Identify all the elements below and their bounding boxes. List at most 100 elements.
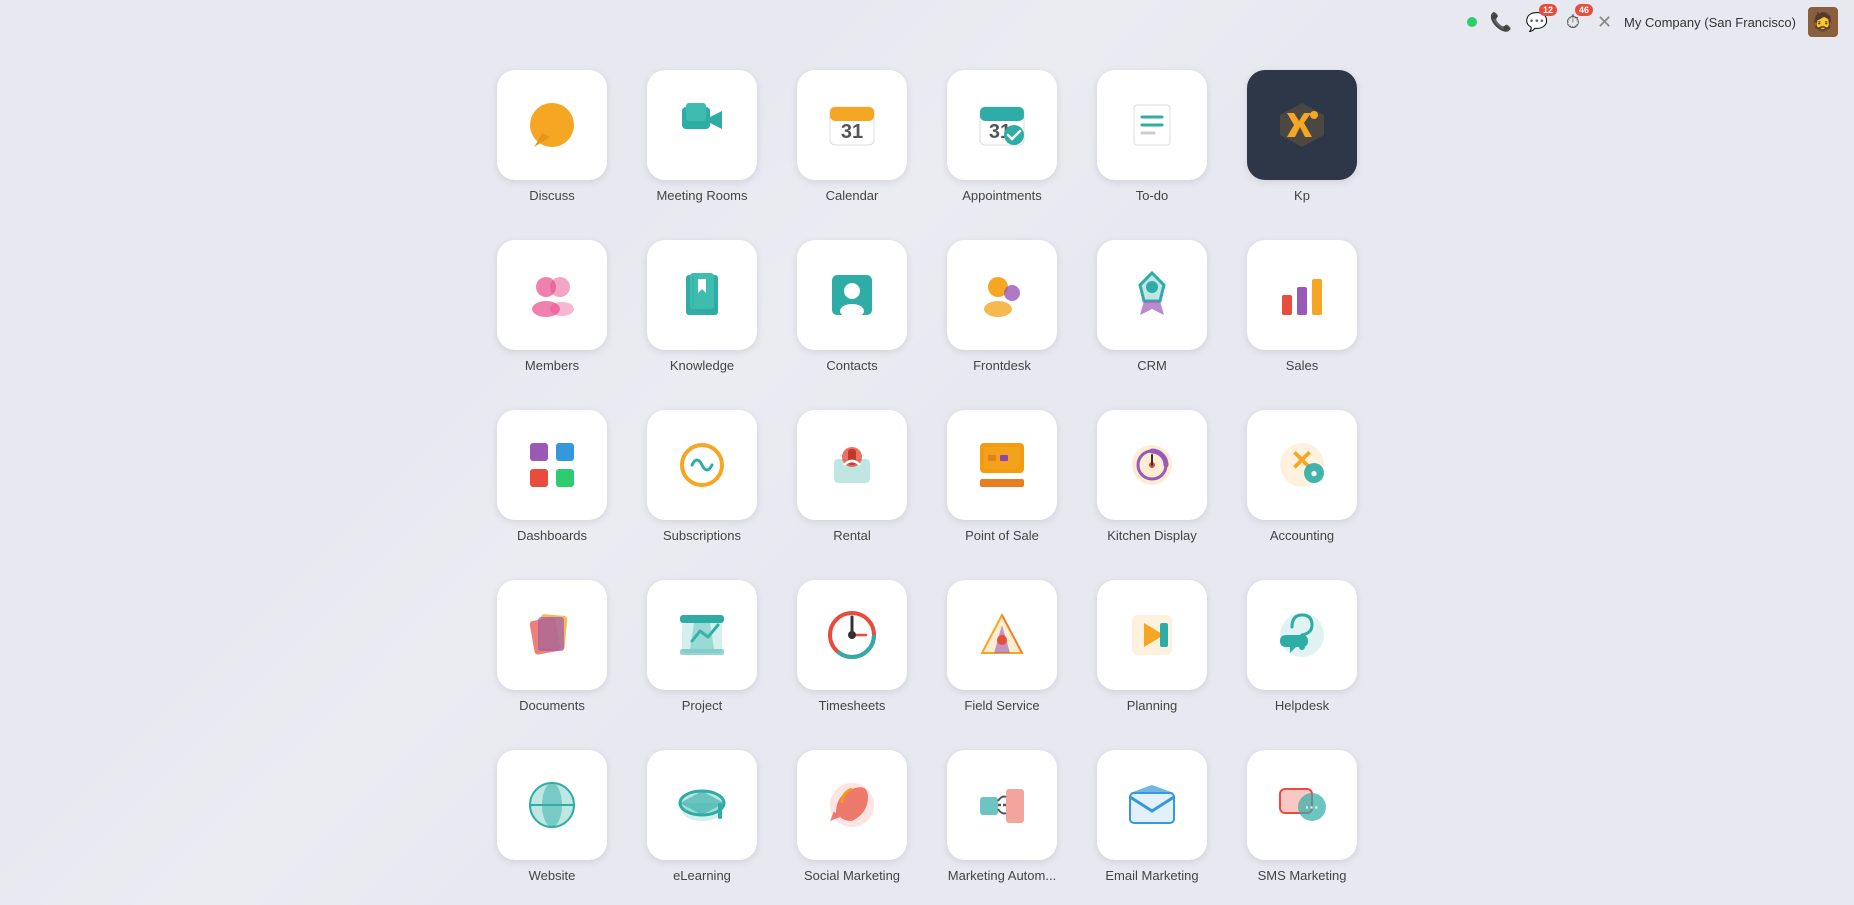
accounting-label: Accounting (1270, 528, 1334, 544)
todo-icon (1097, 70, 1207, 180)
point-of-sale-label: Point of Sale (965, 528, 1039, 544)
app-item-email-marketing[interactable]: Email Marketing (1082, 740, 1222, 900)
app-item-timesheets[interactable]: Timesheets (782, 570, 922, 730)
company-name[interactable]: My Company (San Francisco) (1624, 15, 1796, 30)
app-item-discuss[interactable]: Discuss (482, 60, 622, 220)
app-grid: Discuss Meeting Rooms 31 Calendar 31 Appointm… (482, 60, 1372, 900)
app-item-calendar[interactable]: 31 Calendar (782, 60, 922, 220)
planning-icon (1097, 580, 1207, 690)
app-item-documents[interactable]: Documents (482, 570, 622, 730)
contacts-label: Contacts (826, 358, 877, 374)
app-item-sms-marketing[interactable]: ··· SMS Marketing (1232, 740, 1372, 900)
discuss-icon (497, 70, 607, 180)
crm-icon (1097, 240, 1207, 350)
topbar: 📞 💬 12 ⏱ 46 ✕ My Company (San Francisco)… (1451, 0, 1854, 44)
app-item-todo[interactable]: To-do (1082, 60, 1222, 220)
timesheets-icon (797, 580, 907, 690)
app-item-marketing-autom[interactable]: Marketing Autom... (932, 740, 1072, 900)
activity-badge-container[interactable]: ⏱ 46 (1561, 10, 1585, 34)
app-item-website[interactable]: Website (482, 740, 622, 900)
knowledge-icon (647, 240, 757, 350)
calendar-icon: 31 (797, 70, 907, 180)
marketing-autom-label: Marketing Autom... (948, 868, 1056, 884)
email-marketing-icon (1097, 750, 1207, 860)
helpdesk-icon (1247, 580, 1357, 690)
planning-label: Planning (1127, 698, 1178, 714)
project-icon (647, 580, 757, 690)
app-item-kitchen-display[interactable]: Kitchen Display (1082, 400, 1222, 560)
helpdesk-label: Helpdesk (1275, 698, 1329, 714)
close-icon[interactable]: ✕ (1597, 12, 1612, 33)
app-item-accounting[interactable]: ✕● Accounting (1232, 400, 1372, 560)
kitchen-display-icon (1097, 410, 1207, 520)
app-item-project[interactable]: Project (632, 570, 772, 730)
app-item-appointments[interactable]: 31 Appointments (932, 60, 1072, 220)
app-item-rental[interactable]: Rental (782, 400, 922, 560)
app-item-social-marketing[interactable]: Social Marketing (782, 740, 922, 900)
documents-label: Documents (519, 698, 585, 714)
calendar-label: Calendar (826, 188, 879, 204)
frontdesk-label: Frontdesk (973, 358, 1031, 374)
app-item-helpdesk[interactable]: Helpdesk (1232, 570, 1372, 730)
app-item-contacts[interactable]: Contacts (782, 230, 922, 390)
website-label: Website (529, 868, 576, 884)
field-service-icon (947, 580, 1057, 690)
svg-text:31: 31 (841, 121, 863, 143)
kitchen-display-label: Kitchen Display (1107, 528, 1197, 544)
sms-marketing-label: SMS Marketing (1258, 868, 1347, 884)
social-marketing-label: Social Marketing (804, 868, 900, 884)
sales-icon (1247, 240, 1357, 350)
app-item-crm[interactable]: CRM (1082, 230, 1222, 390)
svg-text:●: ● (1310, 466, 1317, 480)
meeting-rooms-icon (647, 70, 757, 180)
activity-badge: 46 (1575, 4, 1593, 16)
discuss-label: Discuss (529, 188, 575, 204)
sales-label: Sales (1286, 358, 1319, 374)
app-item-subscriptions[interactable]: Subscriptions (632, 400, 772, 560)
kp-icon (1247, 70, 1357, 180)
app-item-sales[interactable]: Sales (1232, 230, 1372, 390)
timesheets-label: Timesheets (819, 698, 886, 714)
social-marketing-icon (797, 750, 907, 860)
email-marketing-label: Email Marketing (1105, 868, 1198, 884)
app-item-frontdesk[interactable]: Frontdesk (932, 230, 1072, 390)
chat-badge-container[interactable]: 💬 12 (1525, 10, 1549, 34)
website-icon (497, 750, 607, 860)
crm-label: CRM (1137, 358, 1167, 374)
frontdesk-icon (947, 240, 1057, 350)
kp-label: Kp (1294, 188, 1310, 204)
meeting-rooms-label: Meeting Rooms (656, 188, 747, 204)
members-icon (497, 240, 607, 350)
subscriptions-label: Subscriptions (663, 528, 741, 544)
phone-icon[interactable]: 📞 (1489, 10, 1513, 34)
app-item-members[interactable]: Members (482, 230, 622, 390)
rental-icon (797, 410, 907, 520)
documents-icon (497, 580, 607, 690)
accounting-icon: ✕● (1247, 410, 1357, 520)
rental-label: Rental (833, 528, 871, 544)
project-label: Project (682, 698, 722, 714)
app-item-meeting-rooms[interactable]: Meeting Rooms (632, 60, 772, 220)
app-item-kp[interactable]: Kp (1232, 60, 1372, 220)
app-item-dashboards[interactable]: Dashboards (482, 400, 622, 560)
point-of-sale-icon (947, 410, 1057, 520)
avatar[interactable]: 🧔 (1808, 7, 1838, 37)
todo-label: To-do (1136, 188, 1169, 204)
sms-marketing-icon: ··· (1247, 750, 1357, 860)
app-item-elearning[interactable]: eLearning (632, 740, 772, 900)
app-item-field-service[interactable]: Field Service (932, 570, 1072, 730)
app-item-point-of-sale[interactable]: Point of Sale (932, 400, 1072, 560)
appointments-icon: 31 (947, 70, 1057, 180)
elearning-label: eLearning (673, 868, 731, 884)
chat-badge: 12 (1539, 4, 1557, 16)
app-item-planning[interactable]: Planning (1082, 570, 1222, 730)
svg-text:···: ··· (1305, 799, 1319, 815)
field-service-label: Field Service (964, 698, 1039, 714)
marketing-autom-icon (947, 750, 1057, 860)
status-dot (1467, 17, 1477, 27)
subscriptions-icon (647, 410, 757, 520)
dashboards-icon (497, 410, 607, 520)
app-item-knowledge[interactable]: Knowledge (632, 230, 772, 390)
contacts-icon (797, 240, 907, 350)
appointments-label: Appointments (962, 188, 1042, 204)
